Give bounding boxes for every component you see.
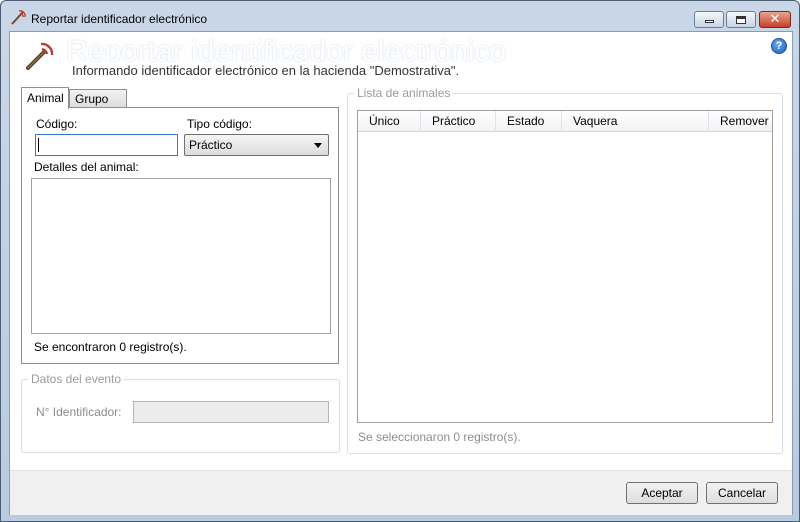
detalles-textarea[interactable] <box>31 178 331 334</box>
tipo-codigo-select[interactable]: Práctico <box>184 134 329 156</box>
page-title: Reportar identificador electrónico <box>66 35 507 62</box>
aceptar-button[interactable]: Aceptar <box>626 482 698 504</box>
column-header-practico[interactable]: Práctico <box>421 111 496 132</box>
codigo-label: Código: <box>36 117 78 131</box>
animales-table[interactable]: Único Práctico Estado Vaquera Remover <box>357 110 773 423</box>
tipo-codigo-value: Práctico <box>189 138 233 152</box>
animal-tab-panel: Código: Tipo código: Práctico Detalles d… <box>21 107 339 364</box>
tab-grupo[interactable]: Grupo <box>69 89 127 108</box>
window-title: Reportar identificador electrónico <box>31 12 208 26</box>
detalles-label: Detalles del animal: <box>34 160 139 174</box>
lista-animales-group: Lista de animales Único Práctico Estado … <box>347 86 783 454</box>
rfid-reader-icon <box>24 38 58 72</box>
datos-evento-group: Datos del evento N° Identificador: <box>21 372 340 453</box>
maximize-button[interactable] <box>726 11 756 28</box>
text-caret <box>38 138 39 152</box>
tab-animal[interactable]: Animal <box>21 87 69 109</box>
title-bar[interactable]: Reportar identificador electrónico ✕ <box>1 1 799 31</box>
minimize-button[interactable] <box>694 11 724 28</box>
close-icon: ✕ <box>769 12 781 27</box>
page-subtitle: Informando identificador electrónico en … <box>72 63 460 78</box>
seleccionados-count: Se seleccionaron 0 registro(s). <box>358 430 521 444</box>
header-banner: Reportar identificador electrónico Infor… <box>10 32 792 80</box>
identificador-label: N° Identificador: <box>36 405 122 419</box>
dialog-window: Reportar identificador electrónico ✕ Rep… <box>0 0 800 522</box>
datos-evento-legend: Datos del evento <box>28 372 125 386</box>
tipo-codigo-label: Tipo código: <box>187 117 252 131</box>
dialog-footer: Aceptar Cancelar <box>10 471 792 515</box>
registros-count: Se encontraron 0 registro(s). <box>34 340 187 354</box>
help-icon[interactable]: ? <box>771 38 787 54</box>
chevron-down-icon <box>314 143 322 148</box>
maximize-icon <box>736 15 746 24</box>
lista-animales-legend: Lista de animales <box>354 86 454 100</box>
column-header-estado[interactable]: Estado <box>496 111 562 132</box>
table-header: Único Práctico Estado Vaquera Remover <box>358 111 772 132</box>
column-header-unico[interactable]: Único <box>358 111 421 132</box>
column-header-remover[interactable]: Remover <box>709 111 772 132</box>
identificador-input[interactable] <box>133 401 329 423</box>
codigo-input[interactable] <box>35 134 178 156</box>
dialog-content: Reportar identificador electrónico Infor… <box>9 31 793 515</box>
cancelar-button[interactable]: Cancelar <box>706 482 778 504</box>
close-button[interactable]: ✕ <box>759 11 791 28</box>
column-header-vaquera[interactable]: Vaquera <box>562 111 709 132</box>
minimize-icon <box>704 20 714 23</box>
antenna-icon <box>9 9 27 25</box>
